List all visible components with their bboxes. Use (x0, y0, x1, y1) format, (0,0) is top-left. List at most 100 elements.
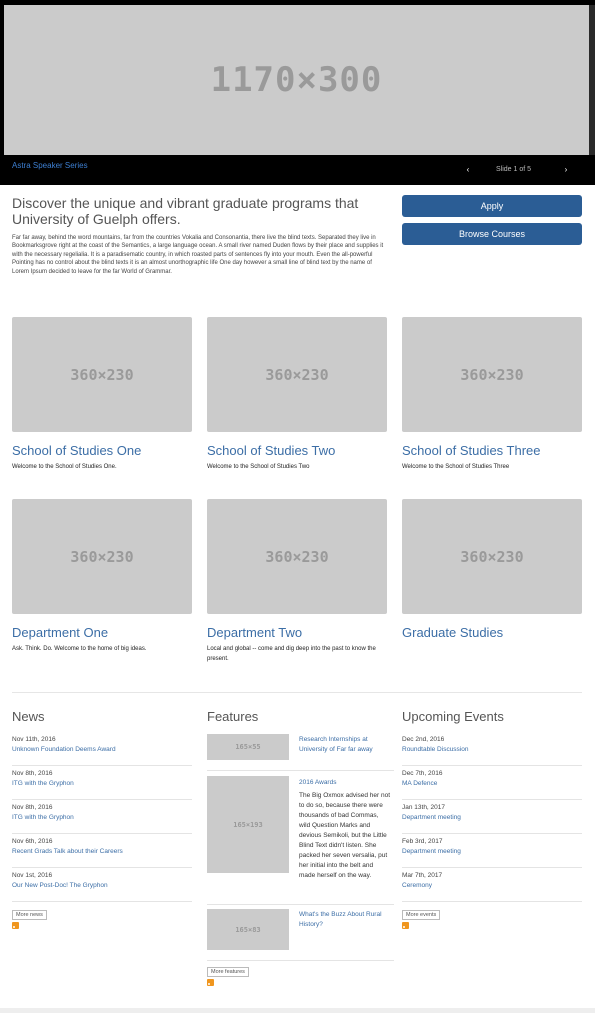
card-image[interactable]: 360×230 (12, 317, 192, 432)
feature-image-label: 165×83 (235, 925, 261, 934)
more-news-button[interactable]: More news (12, 910, 47, 920)
event-date: Dec 2nd, 2016 (402, 736, 445, 743)
news-link[interactable]: Our New Post-Doc! The Gryphon (12, 881, 192, 891)
program-card: 360×230 School of Studies Three Welcome … (402, 317, 582, 472)
news-date: Nov 8th, 2016 (12, 804, 53, 811)
feature-image[interactable]: 165×83 (207, 909, 289, 950)
chevron-left-icon[interactable]: ‹ (462, 165, 474, 175)
event-link[interactable]: Department meeting (402, 847, 582, 857)
list-item: Nov 11th, 2016 Unknown Foundation Deems … (12, 732, 192, 766)
card-image[interactable]: 360×230 (402, 499, 582, 614)
event-link[interactable]: Ceremony (402, 881, 582, 891)
news-date: Nov 1st, 2016 (12, 872, 53, 879)
feature-title[interactable]: Research Internships at University of Fa… (299, 735, 391, 755)
rss-icon[interactable] (207, 979, 214, 986)
program-card: 360×230 School of Studies Two Welcome to… (207, 317, 387, 472)
footer-edge (0, 1008, 595, 1013)
event-link[interactable]: Department meeting (402, 813, 582, 823)
events-list: Dec 2nd, 2016 Roundtable Discussion Dec … (402, 732, 582, 929)
list-item: Feb 3rd, 2017 Department meeting (402, 834, 582, 868)
feature-body: Research Internships at University of Fa… (299, 735, 391, 755)
feature-description: The Big Oxmox advised her not to do so, … (299, 792, 391, 879)
hero-scroll-strip (589, 5, 595, 155)
card-title[interactable]: Department One (12, 625, 192, 640)
card-description: Welcome to the School of Studies One. (12, 464, 117, 470)
feature-title[interactable]: 2016 Awards (299, 778, 391, 788)
event-date: Dec 7th, 2016 (402, 770, 443, 777)
apply-button[interactable]: Apply (402, 195, 582, 217)
event-date: Mar 7th, 2017 (402, 872, 443, 879)
feature-image-label: 165×55 (235, 743, 261, 751)
card-image[interactable]: 360×230 (207, 499, 387, 614)
card-title[interactable]: School of Studies One (12, 443, 192, 458)
list-item: Nov 8th, 2016 ITG with the Gryphon (12, 766, 192, 800)
news-date: Nov 6th, 2016 (12, 838, 53, 845)
event-date: Jan 13th, 2017 (402, 804, 446, 811)
hero-slider: 1170×300 Astra Speaker Series ‹ Slide 1 … (0, 5, 595, 185)
feature-image[interactable]: 165×55 (207, 734, 289, 760)
news-link[interactable]: ITG with the Gryphon (12, 813, 192, 823)
card-description: Welcome to the School of Studies Two (207, 464, 310, 470)
chevron-right-icon[interactable]: › (560, 165, 572, 175)
program-card: 360×230 Department One Ask. Think. Do. W… (12, 499, 192, 654)
program-card: 360×230 Graduate Studies (402, 499, 582, 644)
rss-icon[interactable] (12, 922, 19, 929)
news-link[interactable]: Recent Grads Talk about their Careers (12, 847, 192, 857)
section-divider (12, 692, 582, 693)
news-link[interactable]: Unknown Foundation Deems Award (12, 745, 192, 755)
news-link[interactable]: ITG with the Gryphon (12, 779, 192, 789)
list-item: Nov 8th, 2016 ITG with the Gryphon (12, 800, 192, 834)
card-title[interactable]: School of Studies Two (207, 443, 387, 458)
features-more: More features (207, 959, 307, 986)
event-link[interactable]: MA Defence (402, 779, 582, 789)
news-heading: News (12, 709, 45, 724)
intro-text: Far far away, behind the word mountains,… (12, 235, 384, 275)
card-description: Welcome to the School of Studies Three (402, 464, 510, 470)
card-description: Ask. Think. Do. Welcome to the home of b… (12, 646, 147, 652)
event-link[interactable]: Roundtable Discussion (402, 745, 582, 755)
card-description: Local and global -- come and dig deep in… (207, 646, 376, 662)
news-list: Nov 11th, 2016 Unknown Foundation Deems … (12, 732, 192, 929)
slide-counter: Slide 1 of 5 (496, 166, 532, 173)
feature-body: What's the Buzz About Rural History? (299, 910, 391, 930)
list-item: Mar 7th, 2017 Ceremony (402, 868, 582, 902)
hero-caption[interactable]: Astra Speaker Series (12, 161, 88, 170)
card-image[interactable]: 360×230 (12, 499, 192, 614)
event-date: Feb 3rd, 2017 (402, 838, 443, 845)
card-title[interactable]: School of Studies Three (402, 443, 582, 458)
feature-image[interactable]: 165×193 (207, 776, 289, 873)
intro-title: Discover the unique and vibrant graduate… (12, 195, 359, 227)
feature-item: 165×193 2016 Awards The Big Oxmox advise… (207, 771, 394, 905)
feature-body: 2016 Awards The Big Oxmox advised her no… (299, 778, 391, 881)
list-item: Dec 7th, 2016 MA Defence (402, 766, 582, 800)
feature-image-label: 165×193 (233, 820, 263, 829)
events-heading: Upcoming Events (402, 709, 504, 724)
list-item: Jan 13th, 2017 Department meeting (402, 800, 582, 834)
hero-image[interactable]: 1170×300 (4, 5, 589, 155)
card-image[interactable]: 360×230 (207, 317, 387, 432)
program-card: 360×230 Department Two Local and global … (207, 499, 387, 664)
news-date: Nov 8th, 2016 (12, 770, 53, 777)
feature-item: 165×83 What's the Buzz About Rural Histo… (207, 905, 394, 961)
card-image-label: 360×230 (265, 365, 329, 384)
features-heading: Features (207, 709, 259, 724)
card-image-label: 360×230 (460, 365, 524, 384)
feature-item: 165×55 Research Internships at Universit… (207, 732, 394, 771)
more-features-button[interactable]: More features (207, 967, 249, 977)
more-events-button[interactable]: More events (402, 910, 441, 920)
browse-courses-button[interactable]: Browse Courses (402, 223, 582, 245)
card-image-label: 360×230 (70, 547, 134, 566)
program-card: 360×230 School of Studies One Welcome to… (12, 317, 192, 472)
list-item: Nov 6th, 2016 Recent Grads Talk about th… (12, 834, 192, 868)
card-title[interactable]: Graduate Studies (402, 625, 582, 640)
rss-icon[interactable] (402, 922, 409, 929)
card-title[interactable]: Department Two (207, 625, 387, 640)
list-item: Nov 1st, 2016 Our New Post-Doc! The Gryp… (12, 868, 192, 902)
card-image-label: 360×230 (460, 547, 524, 566)
card-image-label: 360×230 (70, 365, 134, 384)
hero-image-label: 1170×300 (210, 60, 383, 100)
news-date: Nov 11th, 2016 (12, 736, 56, 743)
feature-title[interactable]: What's the Buzz About Rural History? (299, 910, 391, 930)
card-image-label: 360×230 (265, 547, 329, 566)
card-image[interactable]: 360×230 (402, 317, 582, 432)
